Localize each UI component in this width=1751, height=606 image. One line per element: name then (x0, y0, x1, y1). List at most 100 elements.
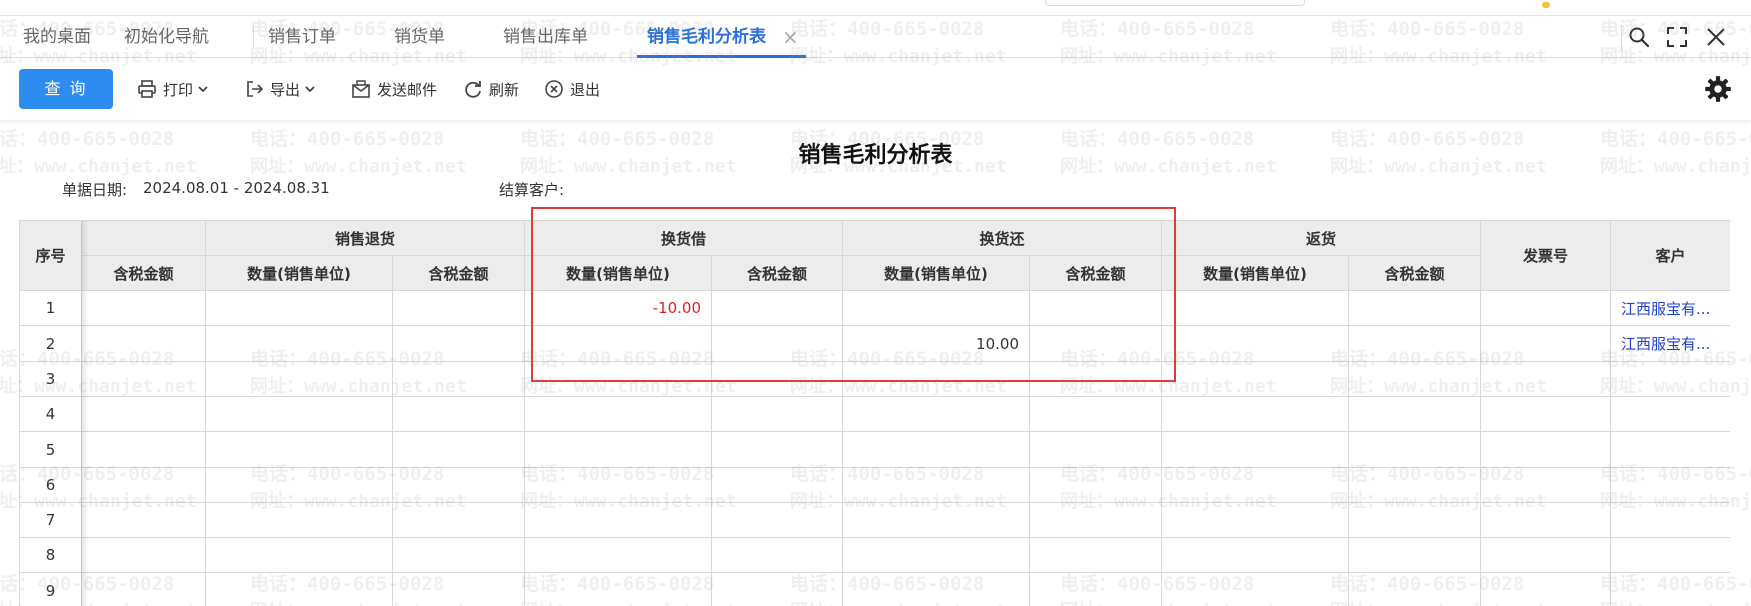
cell-sales-return-amount (393, 362, 525, 397)
cell-exchange-return-amount (1030, 326, 1162, 362)
send-email-button[interactable]: 发送邮件 (351, 58, 437, 120)
tab-sales-delivery[interactable]: 销货单 (394, 16, 445, 58)
printer-icon (138, 80, 156, 98)
tab-init-guide[interactable]: 初始化导航 (124, 16, 209, 58)
header-qty: 数量(销售单位) (843, 256, 1030, 291)
cell-exchange-borrow-qty (525, 432, 712, 468)
gear-icon[interactable] (1704, 75, 1732, 103)
cell-invoice-no (1481, 291, 1611, 326)
cell-rebate-amount (1349, 397, 1481, 432)
cell-exchange-borrow-amount (712, 503, 843, 538)
cell-exchange-borrow-qty (525, 362, 712, 397)
cell-sales-return-qty (206, 326, 393, 362)
notification-dot (1542, 2, 1550, 8)
header-amount: 含税金额 (712, 256, 843, 291)
export-icon (247, 81, 264, 97)
document-date-value: 2024.08.01 - 2024.08.31 (143, 179, 330, 197)
cell-exchange-borrow-amount (712, 432, 843, 468)
cell-sales-return-qty (206, 397, 393, 432)
cell-rebate-qty (1162, 573, 1349, 606)
cell-rebate-qty (1162, 468, 1349, 503)
top-strip (0, 0, 1751, 16)
maximize-icon[interactable] (1665, 25, 1689, 49)
cell-exchange-return-amount (1030, 538, 1162, 573)
query-button[interactable]: 查 询 (19, 69, 113, 109)
cell-seq: 1 (20, 291, 82, 326)
email-icon (352, 80, 370, 98)
print-button[interactable]: 打印 (137, 58, 209, 120)
cell-customer (1611, 503, 1730, 538)
exit-button[interactable]: 退出 (544, 58, 600, 120)
cell-customer (1611, 362, 1730, 397)
cell-rebate-qty (1162, 326, 1349, 362)
export-button[interactable]: 导出 (244, 58, 316, 120)
refresh-icon (465, 81, 481, 98)
cell-exchange-borrow-amount (712, 397, 843, 432)
header-group-blank (82, 221, 206, 256)
cell-exchange-borrow-amount (712, 538, 843, 573)
cell-rebate-amount (1349, 291, 1481, 326)
cell-sales-return-qty (206, 362, 393, 397)
cell-exchange-return-amount (1030, 468, 1162, 503)
cell-exchange-return-qty (843, 538, 1030, 573)
cell-invoice-no (1481, 573, 1611, 606)
global-search-box[interactable] (1045, 0, 1305, 6)
cell-customer[interactable]: 江西服宝有... (1611, 326, 1730, 362)
cell-amount (82, 503, 206, 538)
cell-exchange-return-qty (843, 397, 1030, 432)
cell-invoice-no (1481, 538, 1611, 573)
export-label: 导出 (270, 80, 301, 99)
cell-exchange-return-qty (843, 503, 1030, 538)
cell-exchange-borrow-qty: -10.00 (525, 291, 712, 326)
cell-invoice-no (1481, 362, 1611, 397)
cell-sales-return-amount (393, 291, 525, 326)
cell-rebate-amount (1349, 326, 1481, 362)
header-qty: 数量(销售单位) (1162, 256, 1349, 291)
cell-exchange-return-qty (843, 362, 1030, 397)
cell-exchange-return-qty (843, 468, 1030, 503)
refresh-button[interactable]: 刷新 (463, 58, 519, 120)
cell-customer (1611, 573, 1730, 606)
tab-sales-order[interactable]: 销售订单 (268, 16, 336, 58)
cell-seq: 8 (20, 538, 82, 573)
tab-bar: 我的桌面 初始化导航 销售订单 销货单 销售出库单 销售毛利分析表 × (0, 16, 1751, 58)
close-icon[interactable] (1704, 25, 1728, 49)
cell-exchange-return-amount (1030, 432, 1162, 468)
cell-exchange-return-amount (1030, 573, 1162, 606)
tab-my-desktop[interactable]: 我的桌面 (23, 16, 91, 58)
cell-exchange-borrow-amount (712, 468, 843, 503)
cell-exchange-borrow-qty (525, 503, 712, 538)
cell-exchange-borrow-amount (712, 573, 843, 606)
cell-sales-return-amount (393, 326, 525, 362)
cell-rebate-qty (1162, 362, 1349, 397)
tab-close-icon[interactable]: × (782, 16, 799, 58)
header-amount: 含税金额 (1030, 256, 1162, 291)
cell-exchange-return-amount (1030, 362, 1162, 397)
tab-separator (253, 27, 254, 47)
cell-amount (82, 291, 206, 326)
search-icon[interactable] (1627, 25, 1651, 49)
cell-invoice-no (1481, 503, 1611, 538)
cell-exchange-return-amount (1030, 397, 1162, 432)
cell-exchange-borrow-qty (525, 397, 712, 432)
report-title: 销售毛利分析表 (798, 143, 953, 168)
cell-amount (82, 397, 206, 432)
cell-rebate-qty (1162, 397, 1349, 432)
tab-sales-outbound[interactable]: 销售出库单 (503, 16, 588, 58)
exit-circle-x-icon (545, 80, 563, 98)
cell-customer[interactable]: 江西服宝有... (1611, 291, 1730, 326)
cell-sales-return-qty (206, 538, 393, 573)
cell-customer (1611, 432, 1730, 468)
header-amount: 含税金额 (82, 256, 206, 291)
cell-rebate-amount (1349, 362, 1481, 397)
print-label: 打印 (163, 80, 194, 99)
tab-gross-profit-analysis[interactable]: 销售毛利分析表 (637, 16, 806, 58)
header-seq: 序号 (20, 221, 82, 291)
window-controls-separator (1621, 25, 1622, 51)
cell-exchange-borrow-qty (525, 573, 712, 606)
cell-invoice-no (1481, 397, 1611, 432)
cell-amount (82, 573, 206, 606)
cell-customer (1611, 538, 1730, 573)
cell-rebate-qty (1162, 291, 1349, 326)
header-amount: 含税金额 (393, 256, 525, 291)
